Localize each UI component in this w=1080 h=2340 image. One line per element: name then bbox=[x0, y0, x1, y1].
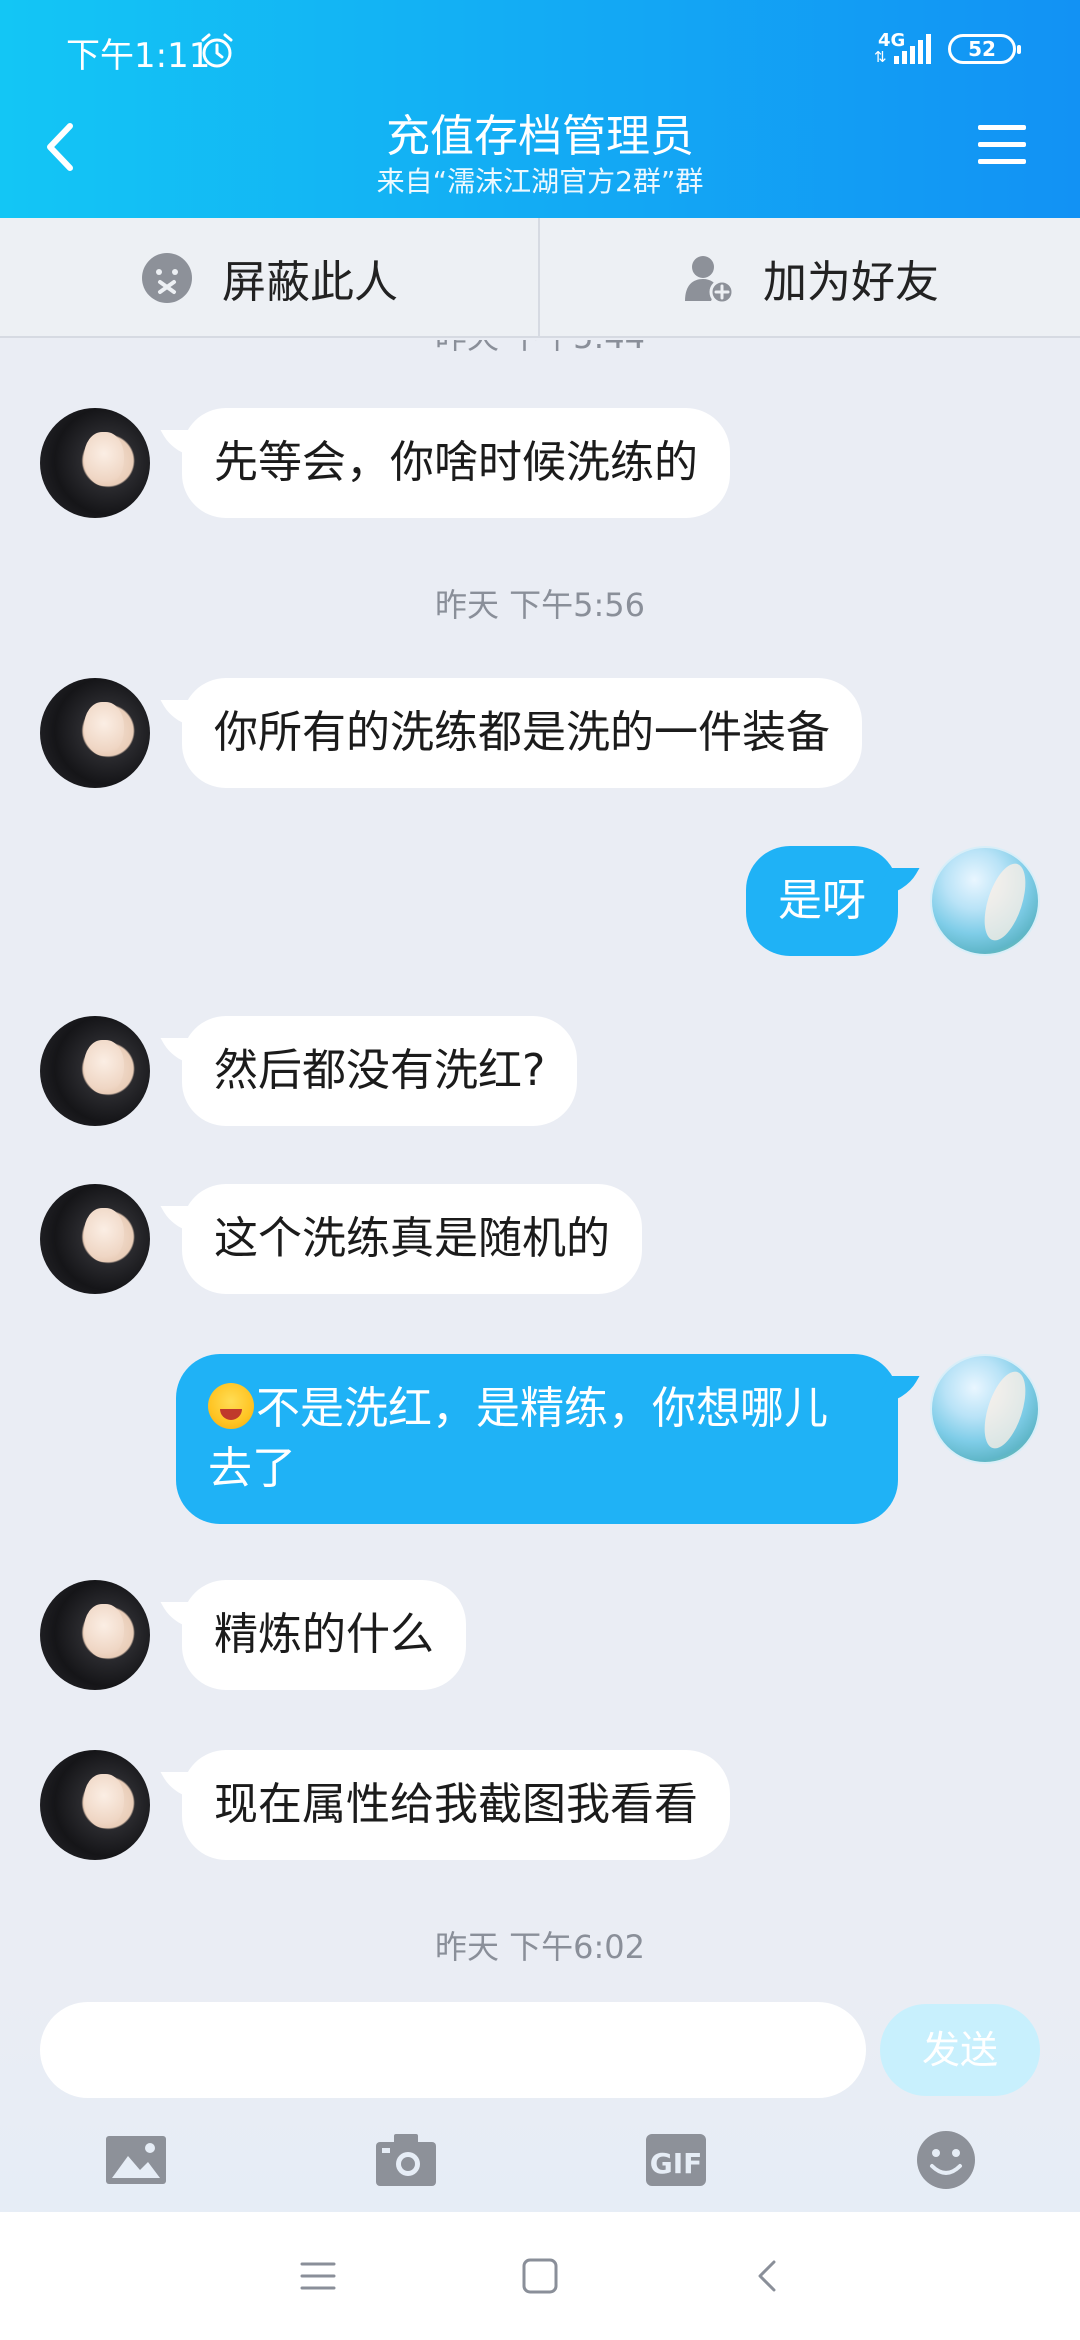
gif-icon[interactable]: GIF bbox=[644, 2130, 708, 2190]
timestamp: 昨天 下午6:02 bbox=[434, 1928, 646, 1966]
add-friend-icon bbox=[685, 256, 735, 305]
message-bubble-sent[interactable]: 是呀 bbox=[746, 846, 898, 956]
avatar[interactable] bbox=[40, 1184, 150, 1294]
block-user-button[interactable]: 屏蔽此人 bbox=[0, 218, 540, 338]
page-subtitle: 来自“濡沫江湖官方2群”群 bbox=[376, 165, 704, 198]
message-bubble-received[interactable]: 现在属性给我截图我看看 bbox=[182, 1750, 730, 1860]
add-friend-label: 加为好友 bbox=[763, 257, 939, 308]
my-avatar[interactable] bbox=[930, 846, 1040, 956]
block-icon bbox=[142, 253, 192, 303]
avatar[interactable] bbox=[40, 1016, 150, 1126]
message-bubble-received[interactable]: 精炼的什么 bbox=[182, 1580, 466, 1690]
my-avatar[interactable] bbox=[930, 1354, 1040, 1464]
status-time: 下午1:11 bbox=[66, 36, 211, 76]
avatar[interactable] bbox=[40, 678, 150, 788]
alarm-icon bbox=[201, 33, 233, 68]
avatar[interactable] bbox=[40, 408, 150, 518]
timestamp: 昨天 下午5:44 bbox=[0, 340, 1080, 358]
back-nav-icon[interactable] bbox=[748, 2256, 788, 2296]
composer: 发送 GIF bbox=[0, 1980, 1080, 2212]
home-icon[interactable] bbox=[520, 2256, 560, 2296]
message-bubble-received[interactable]: 先等会，你啥时候洗练的 bbox=[182, 408, 730, 518]
avatar[interactable] bbox=[40, 1750, 150, 1860]
timestamp: 昨天 下午5:56 bbox=[434, 586, 646, 624]
message-input[interactable] bbox=[40, 2002, 866, 2098]
add-friend-button[interactable]: 加为好友 bbox=[540, 218, 1080, 338]
battery-indicator: 52 bbox=[948, 34, 1021, 64]
laugh-cry-emoji bbox=[208, 1383, 254, 1429]
network-activity: ⇅ bbox=[874, 48, 887, 66]
message-bubble-received[interactable]: 这个洗练真是随机的 bbox=[182, 1184, 642, 1294]
message-bubble-received[interactable]: 你所有的洗练都是洗的一件装备 bbox=[182, 678, 862, 788]
send-button[interactable]: 发送 bbox=[880, 2004, 1040, 2096]
message-bubble-sent[interactable]: 不是洗红，是精练，你想哪儿去了 bbox=[176, 1354, 898, 1524]
system-navigation-bar bbox=[0, 2212, 1080, 2340]
message-list[interactable]: 昨天 下午5:44 先等会，你啥时候洗练的 昨天 下午5:56 你所有的洗练都是… bbox=[0, 340, 1080, 2000]
chat-header: 下午1:11 4G ⇅ 52 充值存档管理员 来自“濡沫江湖官方2群”群 bbox=[0, 0, 1080, 218]
avatar[interactable] bbox=[40, 1580, 150, 1690]
message-bubble-received[interactable]: 然后都没有洗红? bbox=[182, 1016, 578, 1126]
recent-apps-icon[interactable] bbox=[298, 2256, 338, 2296]
svg-text:GIF: GIF bbox=[650, 2147, 703, 2180]
message-text: 不是洗红，是精练，你想哪儿去了 bbox=[208, 1383, 828, 1494]
page-title: 充值存档管理员 bbox=[386, 111, 694, 162]
menu-icon[interactable] bbox=[976, 122, 1028, 168]
block-user-label: 屏蔽此人 bbox=[222, 257, 398, 308]
action-bar: 屏蔽此人 加为好友 bbox=[0, 218, 1080, 338]
status-bar: 下午1:11 4G ⇅ 52 bbox=[0, 0, 1080, 100]
camera-icon[interactable] bbox=[374, 2130, 438, 2190]
signal-icon bbox=[894, 34, 931, 64]
emoji-icon[interactable] bbox=[914, 2130, 978, 2190]
image-icon[interactable] bbox=[104, 2130, 168, 2190]
